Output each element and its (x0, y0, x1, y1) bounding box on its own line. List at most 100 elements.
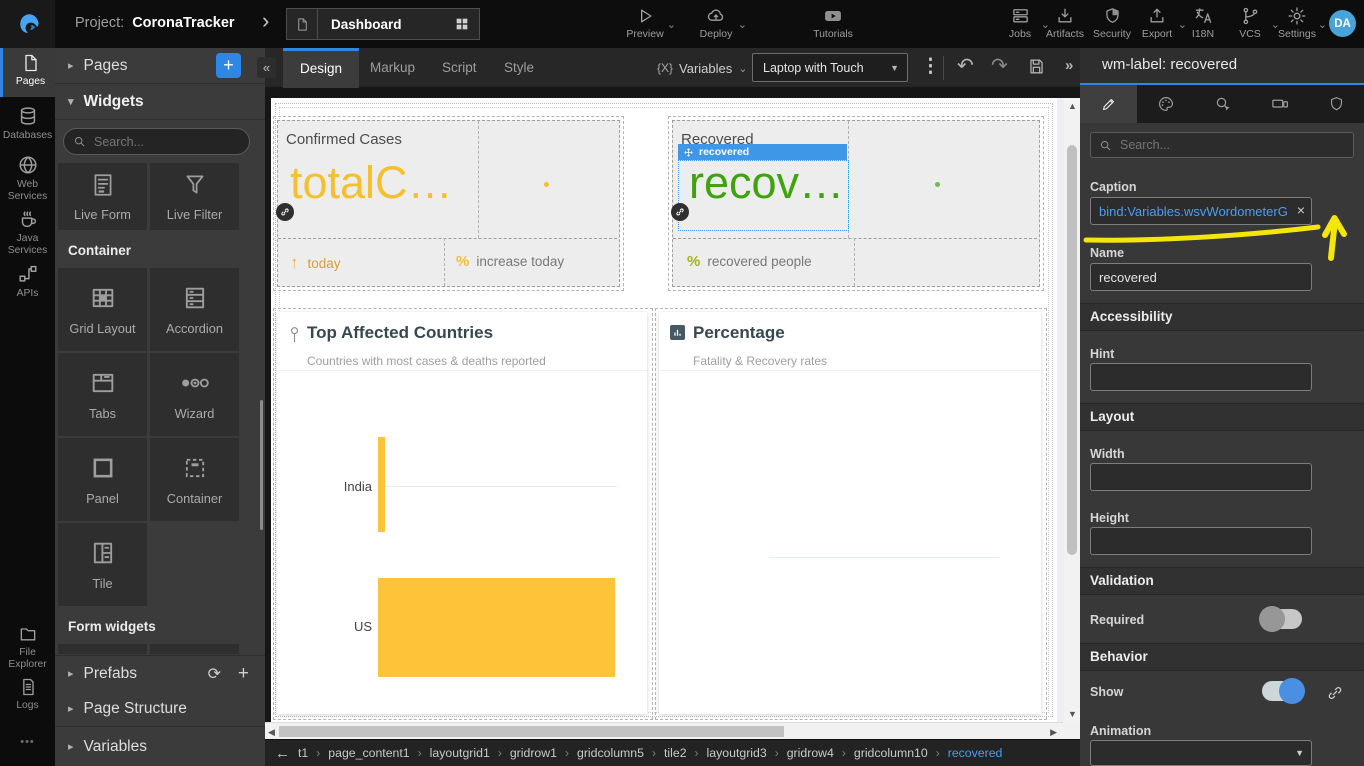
top-affected-countries-panel[interactable]: Top Affected Countries Countries with mo… (277, 312, 647, 714)
tutorials-button[interactable]: Tutorials (810, 6, 856, 40)
widget-live-form[interactable]: Live Form (58, 163, 147, 230)
i18n-button[interactable]: I18N (1180, 6, 1226, 40)
widget-tabs[interactable]: Tabs (58, 353, 147, 436)
width-input[interactable] (1090, 463, 1312, 491)
tab-design[interactable]: Design (283, 48, 359, 91)
selected-widget-label[interactable]: recovered (678, 144, 847, 160)
breadcrumb-item[interactable]: page_content1 (328, 746, 409, 760)
scroll-up-icon[interactable]: ▲ (1068, 101, 1077, 111)
settings-caret-icon[interactable]: ⌄ (1318, 18, 1327, 31)
vcs-button[interactable]: VCS ⌄ (1227, 6, 1273, 40)
canvas-vscrollbar[interactable]: ▲ ▼ (1064, 98, 1080, 722)
save-button[interactable] (1027, 57, 1046, 76)
breadcrumb-item[interactable]: gridrow1 (510, 746, 557, 760)
empty-label-dot[interactable] (935, 182, 940, 187)
preview-button[interactable]: Preview ⌄ (622, 6, 668, 40)
variables-section-header[interactable]: ▸ Variables (55, 727, 265, 766)
device-selector[interactable]: Laptop with Touch ▼ (752, 53, 908, 82)
tab-style[interactable]: Style (487, 48, 551, 88)
tab-properties[interactable] (1080, 85, 1137, 123)
widget-wizard[interactable]: Wizard (150, 353, 239, 436)
animation-select[interactable]: ▼ (1090, 740, 1312, 766)
tab-script[interactable]: Script (425, 48, 494, 88)
caption-input[interactable] (1090, 197, 1312, 225)
hscroll-thumb[interactable] (279, 726, 784, 737)
height-input[interactable] (1090, 527, 1312, 555)
recovered-card[interactable]: Recovered recovered recov… %recovered pe… (672, 120, 1040, 287)
rail-item-databases[interactable]: Databases (0, 103, 55, 147)
widget-search-box[interactable] (63, 128, 250, 155)
scroll-down-icon[interactable]: ▼ (1068, 709, 1077, 719)
confirmed-total-label[interactable]: totalC… (290, 157, 453, 209)
scroll-right-icon[interactable]: ▶ (1050, 727, 1057, 738)
prefabs-section-header[interactable]: ▸ Prefabs ⟳ + (55, 655, 265, 692)
kebab-menu-icon[interactable]: ⋮ (921, 55, 940, 78)
deploy-caret-icon[interactable]: ⌄ (738, 18, 747, 31)
widget-container[interactable]: Container (150, 438, 239, 521)
selected-widget-outline[interactable] (678, 160, 849, 231)
property-search-input[interactable] (1118, 137, 1332, 153)
widget-panel[interactable]: Panel (58, 438, 147, 521)
empty-label-dot[interactable] (544, 182, 549, 187)
add-page-button[interactable]: + (216, 53, 241, 78)
widgets-section-header[interactable]: ▾ Widgets (55, 84, 265, 120)
app-logo[interactable] (0, 0, 55, 48)
jobs-button[interactable]: Jobs ⌄ (997, 6, 1043, 40)
tab-markup[interactable]: Markup (353, 48, 432, 88)
redo-icon[interactable]: ↷ (991, 53, 1008, 78)
clear-caption-icon[interactable]: × (1297, 202, 1305, 218)
variables-menu[interactable]: {X} Variables ⌄ (657, 48, 747, 88)
collapse-panel-button[interactable]: « (257, 57, 276, 78)
breadcrumb-back-icon[interactable]: ← (275, 745, 290, 762)
scroll-left-icon[interactable]: ◀ (268, 727, 275, 738)
tab-styles[interactable] (1137, 85, 1194, 123)
canvas-page[interactable]: Confirmed Cases totalC… ↑today %increase… (271, 98, 1057, 722)
tab-inspect[interactable] (1194, 85, 1251, 123)
panel-scrollbar-thumb[interactable] (260, 400, 263, 530)
page-structure-section-header[interactable]: ▸ Page Structure (55, 691, 265, 727)
security-button[interactable]: Security (1089, 6, 1135, 40)
pages-grid-icon[interactable] (454, 16, 470, 32)
refresh-prefabs-icon[interactable]: ⟳ (208, 664, 221, 684)
bind-badge[interactable] (276, 203, 294, 221)
breadcrumb-item[interactable]: gridcolumn5 (577, 746, 644, 760)
pages-section-header[interactable]: ▸ Pages + (55, 48, 265, 84)
expand-right-icon[interactable]: » (1065, 57, 1073, 74)
rail-item-file-explorer[interactable]: File Explorer (0, 622, 55, 670)
tab-security[interactable] (1308, 85, 1364, 123)
preview-caret-icon[interactable]: ⌄ (667, 18, 676, 31)
breadcrumb-item-active[interactable]: recovered (948, 746, 1003, 760)
breadcrumb-item[interactable]: gridcolumn10 (854, 746, 928, 760)
project-chevron-icon[interactable]: › (262, 8, 269, 34)
rail-item-pages[interactable]: Pages (0, 48, 58, 97)
breadcrumb-item[interactable]: t1 (298, 746, 308, 760)
undo-icon[interactable]: ↶ (957, 53, 974, 78)
widget-live-filter[interactable]: Live Filter (150, 163, 239, 230)
export-button[interactable]: Export ⌄ (1134, 6, 1180, 40)
bind-show-icon[interactable] (1326, 684, 1344, 702)
rail-item-apis[interactable]: APIs (0, 261, 55, 303)
hint-input[interactable] (1090, 363, 1312, 391)
canvas-hscrollbar[interactable]: ◀ ▶ (265, 722, 1063, 739)
widget-tile[interactable]: Tile (58, 523, 147, 606)
show-toggle[interactable] (1262, 681, 1302, 701)
name-input[interactable] (1090, 263, 1312, 291)
add-prefab-icon[interactable]: + (238, 663, 249, 685)
breadcrumb-item[interactable]: layoutgrid1 (430, 746, 490, 760)
today-metric[interactable]: ↑today (290, 253, 341, 273)
breadcrumb-item[interactable]: gridrow4 (787, 746, 834, 760)
widget-accordion[interactable]: Accordion (150, 268, 239, 351)
bind-badge[interactable] (671, 203, 689, 221)
widget-grid-layout[interactable]: Grid Layout (58, 268, 147, 351)
bar-india[interactable] (378, 437, 385, 532)
artifacts-button[interactable]: Artifacts (1042, 6, 1088, 40)
confirmed-card-title[interactable]: Confirmed Cases (286, 131, 402, 148)
rail-item-web-services[interactable]: Web Services (0, 152, 55, 202)
vscroll-thumb[interactable] (1067, 145, 1077, 555)
bar-us[interactable] (378, 578, 615, 677)
breadcrumb-item[interactable]: layoutgrid3 (707, 746, 767, 760)
percentage-panel[interactable]: Percentage Fatality & Recovery rates (659, 312, 1041, 714)
property-search-box[interactable] (1090, 132, 1354, 158)
rail-item-logs[interactable]: Logs (0, 675, 55, 717)
increase-today-metric[interactable]: %increase today (456, 253, 564, 270)
